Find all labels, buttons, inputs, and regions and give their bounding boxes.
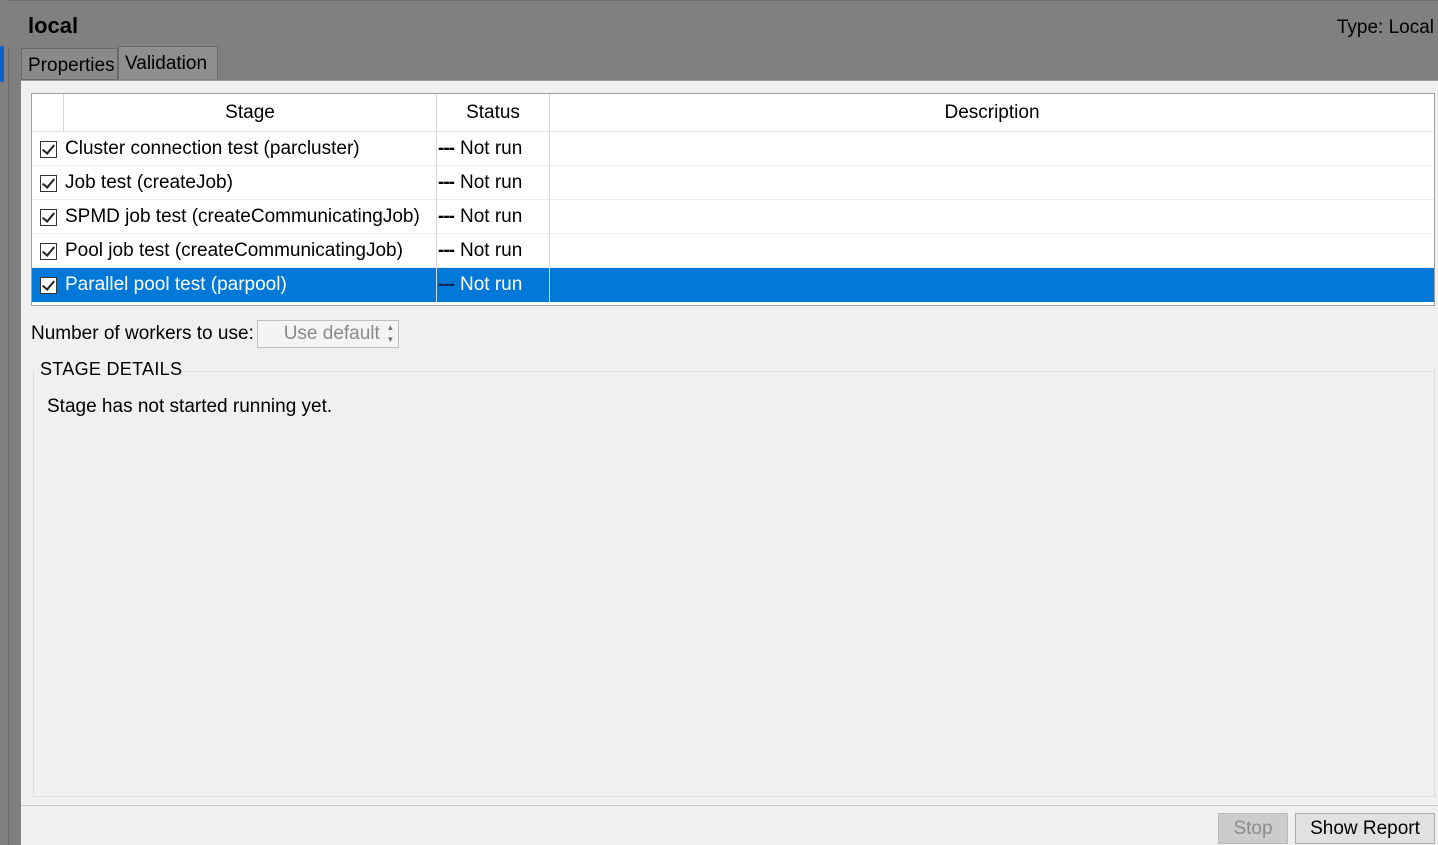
stage-details-header: STAGE DETAILS	[40, 359, 183, 379]
workers-value: Use default	[283, 323, 380, 344]
status-dashes: ---	[438, 138, 455, 159]
stage-table: Stage Status Description Cluster connect…	[31, 93, 1435, 306]
stage-checkbox[interactable]	[39, 242, 57, 260]
status-dashes: ---	[438, 206, 455, 227]
button-bar-divider	[21, 805, 1438, 806]
stage-description	[550, 200, 1434, 234]
stage-checkbox[interactable]	[39, 208, 57, 226]
table-row[interactable]: SPMD job test (createCommunicatingJob) -…	[32, 200, 1434, 234]
profile-title-bar: local Type: Local	[8, 0, 1438, 47]
table-row-selected[interactable]: Parallel pool test (parpool) --- Not run	[32, 268, 1434, 302]
left-splitter[interactable]	[0, 0, 9, 845]
column-header-description[interactable]: Description	[550, 94, 1434, 132]
status-dashes: ---	[438, 274, 455, 295]
stage-description	[550, 234, 1434, 268]
status-dashes: ---	[438, 240, 455, 261]
stage-description	[550, 166, 1434, 200]
stage-name: Pool job test (createCommunicatingJob)	[64, 234, 437, 268]
stage-status: --- Not run	[437, 132, 550, 166]
workers-label: Number of workers to use:	[31, 323, 254, 344]
workers-spinner[interactable]: Use default ▲ ▼	[256, 320, 399, 348]
stop-button[interactable]: Stop	[1218, 813, 1288, 844]
stage-description	[550, 268, 1434, 302]
stage-checkbox[interactable]	[39, 276, 57, 294]
profile-name: local	[28, 13, 79, 38]
selection-accent	[0, 46, 4, 82]
row-checkbox-cell	[32, 166, 64, 200]
stage-status: --- Not run	[437, 166, 550, 200]
stage-status: --- Not run	[437, 268, 550, 302]
stage-details-text: Stage has not started running yet.	[47, 396, 333, 417]
row-checkbox-cell	[32, 132, 64, 166]
spinner-down-icon[interactable]: ▼	[384, 334, 397, 346]
spinner-buttons: ▲ ▼	[384, 322, 397, 346]
workers-row: Number of workers to use: Use default ▲ …	[31, 319, 399, 349]
status-text: Not run	[459, 138, 523, 159]
status-dashes: ---	[438, 172, 455, 193]
stage-details-divider	[181, 371, 1431, 372]
stage-checkbox[interactable]	[39, 140, 57, 158]
column-header-select[interactable]	[32, 94, 64, 132]
profile-type: Type: Local	[1336, 17, 1434, 38]
spinner-up-icon[interactable]: ▲	[384, 322, 397, 334]
row-checkbox-cell	[32, 200, 64, 234]
tab-properties[interactable]: Properties	[21, 48, 118, 80]
stage-description	[550, 132, 1434, 166]
status-text: Not run	[459, 172, 523, 193]
stage-name: Job test (createJob)	[64, 166, 437, 200]
stage-status: --- Not run	[437, 200, 550, 234]
status-text: Not run	[459, 240, 523, 261]
status-text: Not run	[459, 274, 523, 295]
status-text: Not run	[459, 206, 523, 227]
stage-details-box	[33, 370, 1435, 797]
stage-name: SPMD job test (createCommunicatingJob)	[64, 200, 437, 234]
show-report-button[interactable]: Show Report	[1295, 813, 1435, 844]
row-checkbox-cell	[32, 234, 64, 268]
stage-checkbox[interactable]	[39, 174, 57, 192]
table-row[interactable]: Pool job test (createCommunicatingJob) -…	[32, 234, 1434, 268]
row-checkbox-cell	[32, 268, 64, 302]
validation-panel: Stage Status Description Cluster connect…	[21, 80, 1438, 845]
stage-status: --- Not run	[437, 234, 550, 268]
column-header-stage[interactable]: Stage	[64, 94, 437, 132]
stage-name: Parallel pool test (parpool)	[64, 268, 437, 302]
table-row[interactable]: Job test (createJob) --- Not run	[32, 166, 1434, 200]
tab-validation[interactable]: Validation	[118, 46, 218, 79]
cluster-profile-window: local Type: Local Properties Validation …	[0, 0, 1438, 845]
column-header-status[interactable]: Status	[437, 94, 550, 132]
table-row[interactable]: Cluster connection test (parcluster) ---…	[32, 132, 1434, 166]
stage-name: Cluster connection test (parcluster)	[64, 132, 437, 166]
